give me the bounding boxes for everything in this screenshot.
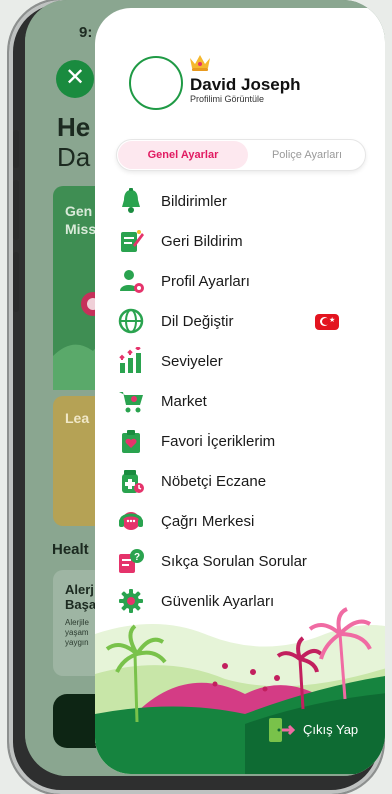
menu-item-levels[interactable]: Seviyeler [95, 343, 385, 379]
profile-settings-icon [117, 267, 145, 295]
menu-item-pharmacy[interactable]: Nöbetçi Eczane [95, 463, 385, 499]
background-card-body: Alerjile yaşam yaygın [65, 618, 90, 647]
menu-item-faq[interactable]: ? Sıkça Sorulan Sorular [95, 543, 385, 579]
menu-item-label: Profil Ayarları [161, 273, 250, 290]
cart-icon [117, 387, 145, 415]
side-button [13, 180, 19, 240]
menu-item-feedback[interactable]: Geri Bildirim [95, 223, 385, 259]
logout-icon [269, 718, 296, 742]
close-icon: ✕ [64, 64, 86, 91]
background-card-text: Lea [65, 410, 90, 426]
menu-item-label: Çağrı Merkesi [161, 513, 255, 530]
menu-item-market[interactable]: Market [95, 383, 385, 419]
menu-item-change-language[interactable]: Dil Değiştir ★ [95, 303, 385, 339]
background-section-title: Healt [52, 541, 89, 558]
view-profile-link[interactable]: Profilimi Görüntüle [190, 94, 264, 104]
headset-icon [117, 507, 145, 535]
side-button [13, 130, 19, 168]
phone-frame: 9: ✕ He Da Gen Miss Lea Healt Alerj Başa… [9, 0, 385, 794]
menu-item-label: Nöbetçi Eczane [161, 473, 267, 490]
crown-icon [188, 52, 212, 76]
landscape-illustration [95, 607, 385, 774]
background-card-title: Alerj Başa [65, 582, 97, 612]
menu-item-label: Sıkça Sorulan Sorular [161, 553, 307, 570]
feedback-icon [117, 227, 145, 255]
menu-item-label: Bildirimler [161, 193, 227, 210]
turkey-flag-icon[interactable]: ★ [315, 314, 339, 330]
logout-label: Çıkış Yap [303, 722, 359, 737]
menu-item-label: Seviyeler [161, 353, 223, 370]
logout-button[interactable]: Çıkış Yap [265, 714, 385, 744]
menu-item-notifications[interactable]: Bildirimler [95, 183, 385, 219]
status-time: 9: [79, 24, 93, 41]
svg-text:?: ? [134, 552, 140, 563]
background-title-line2: Da [57, 142, 91, 172]
screen: 9: ✕ He Da Gen Miss Lea Healt Alerj Başa… [25, 0, 385, 776]
menu-item-label: Dil Değiştir [161, 313, 234, 330]
globe-icon [117, 307, 145, 335]
menu-item-profile-settings[interactable]: Profil Ayarları [95, 263, 385, 299]
tab-policy-settings[interactable]: Poliçe Ayarları [251, 141, 363, 169]
faq-icon: ? [117, 547, 145, 575]
side-drawer: David Joseph Profilimi Görüntüle Genel A… [95, 8, 385, 774]
bell-icon [117, 187, 145, 215]
avatar[interactable] [129, 56, 183, 110]
tab-general-settings[interactable]: Genel Ayarlar [118, 141, 248, 169]
menu-item-favorite-contents[interactable]: Favori İçeriklerim [95, 423, 385, 459]
background-title-line1: He [57, 112, 91, 142]
menu-item-label: Market [161, 393, 207, 410]
close-menu-button[interactable]: ✕ [56, 60, 94, 98]
menu-item-label: Geri Bildirim [161, 233, 243, 250]
user-name[interactable]: David Joseph [190, 75, 301, 95]
menu-item-label: Favori İçeriklerim [161, 433, 276, 450]
side-button [13, 252, 19, 312]
levels-icon [117, 345, 145, 375]
settings-segmented-control: Genel Ayarlar Poliçe Ayarları [116, 139, 366, 171]
favorite-icon [117, 427, 145, 455]
menu-item-call-center[interactable]: Çağrı Merkesi [95, 503, 385, 539]
pharmacy-icon [117, 467, 145, 495]
